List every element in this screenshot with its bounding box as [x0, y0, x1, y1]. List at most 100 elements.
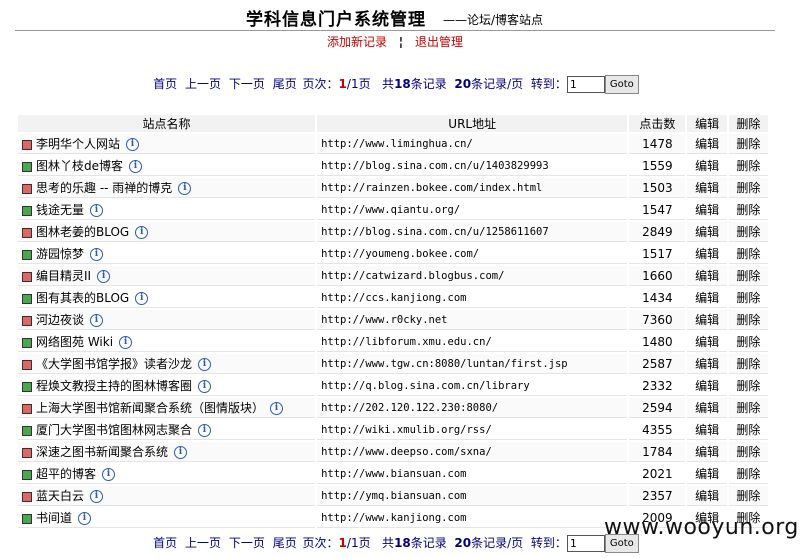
edit-link[interactable]: 编辑	[687, 156, 727, 176]
site-name-cell: 超平的博客 i	[18, 464, 316, 484]
delete-link[interactable]: 删除	[728, 310, 768, 330]
edit-link[interactable]: 编辑	[687, 398, 727, 418]
info-icon[interactable]: i	[129, 160, 143, 173]
delete-link[interactable]: 删除	[728, 332, 768, 352]
info-icon[interactable]: i	[198, 380, 212, 393]
info-icon[interactable]: i	[174, 446, 188, 459]
site-url-cell: http://www.r0cky.net	[317, 310, 628, 330]
delete-link[interactable]: 删除	[728, 178, 768, 198]
edit-link[interactable]: 编辑	[687, 244, 727, 264]
table-row: 游园惊梦 i http://youmeng.bokee.com/1517 编辑 删除	[18, 244, 768, 264]
site-url-cell: http://youmeng.bokee.com/	[317, 244, 628, 264]
edit-link[interactable]: 编辑	[687, 178, 727, 198]
pager-prev-link[interactable]: 上一页	[185, 536, 221, 550]
delete-link[interactable]: 删除	[728, 486, 768, 506]
site-name-cell: 编目精灵II i	[18, 266, 316, 286]
edit-link[interactable]: 编辑	[687, 134, 727, 154]
info-icon[interactable]: i	[270, 402, 284, 415]
status-square-icon	[22, 447, 32, 458]
site-name-link[interactable]: 思考的乐趣 -- 雨禅的博克	[36, 181, 172, 195]
header-divider	[15, 30, 775, 31]
edit-link[interactable]: 编辑	[687, 354, 727, 374]
info-icon[interactable]: i	[198, 424, 212, 437]
site-name-link[interactable]: 编目精灵II	[36, 269, 91, 283]
site-name-link[interactable]: 书间道	[36, 511, 72, 525]
pager-next-link[interactable]: 下一页	[229, 77, 265, 91]
pager-last-link[interactable]: 尾页	[273, 77, 297, 91]
info-icon[interactable]: i	[78, 512, 92, 525]
site-name-link[interactable]: 厦门大学图书馆图林网志聚合	[36, 423, 192, 437]
site-name-link[interactable]: 网络图苑 Wiki	[36, 335, 113, 349]
edit-link[interactable]: 编辑	[687, 266, 727, 286]
edit-link[interactable]: 编辑	[687, 376, 727, 396]
delete-link[interactable]: 删除	[728, 288, 768, 308]
table-row: 河边夜谈 i http://www.r0cky.net 7360 编辑 删除	[18, 310, 768, 330]
edit-link[interactable]: 编辑	[687, 420, 727, 440]
edit-link[interactable]: 编辑	[687, 200, 727, 220]
delete-link[interactable]: 删除	[728, 376, 768, 396]
info-icon[interactable]: i	[102, 468, 116, 481]
site-name-link[interactable]: 程焕文教授主持的图林博客圈	[36, 379, 192, 393]
site-name-cell: 钱途无量 i	[18, 200, 316, 220]
site-name-link[interactable]: 上海大学图书馆新闻聚合系统（图情版块）	[36, 401, 264, 415]
info-icon[interactable]: i	[126, 138, 140, 151]
pager-goto-input[interactable]	[566, 535, 605, 552]
info-icon[interactable]: i	[119, 336, 133, 349]
info-icon[interactable]: i	[90, 314, 104, 327]
delete-link[interactable]: 删除	[728, 442, 768, 462]
site-name-link[interactable]: 李明华个人网站	[36, 137, 120, 151]
delete-link[interactable]: 删除	[728, 354, 768, 374]
delete-link[interactable]: 删除	[728, 134, 768, 154]
delete-link[interactable]: 删除	[728, 398, 768, 418]
site-name-cell: 《大学图书馆学报》读者沙龙 i	[18, 354, 316, 374]
pager-next-link[interactable]: 下一页	[229, 536, 265, 550]
info-icon[interactable]: i	[90, 204, 104, 217]
info-icon[interactable]: i	[97, 270, 111, 283]
edit-link[interactable]: 编辑	[687, 486, 727, 506]
site-name-link[interactable]: 图林老姜的BLOG	[36, 225, 129, 239]
delete-link[interactable]: 删除	[728, 200, 768, 220]
edit-link[interactable]: 编辑	[687, 288, 727, 308]
pager-per-page-suffix: 条记录/页	[471, 77, 524, 91]
status-square-icon	[22, 425, 32, 436]
delete-link[interactable]: 删除	[728, 420, 768, 440]
edit-link[interactable]: 编辑	[687, 222, 727, 242]
pager-goto-input[interactable]	[566, 76, 605, 93]
delete-link[interactable]: 删除	[728, 464, 768, 484]
click-count-cell: 1480	[629, 332, 686, 352]
add-record-link[interactable]: 添加新记录	[327, 35, 387, 49]
site-name-link[interactable]: 游园惊梦	[36, 247, 84, 261]
site-name-cell: 上海大学图书馆新闻聚合系统（图情版块） i	[18, 398, 316, 418]
info-icon[interactable]: i	[135, 226, 149, 239]
info-icon[interactable]: i	[198, 358, 212, 371]
site-name-link[interactable]: 深速之图书新闻聚合系统	[36, 445, 168, 459]
site-name-link[interactable]: 河边夜谈	[36, 313, 84, 327]
logout-link[interactable]: 退出管理	[415, 35, 463, 49]
pager-first-link[interactable]: 首页	[153, 536, 177, 550]
edit-link[interactable]: 编辑	[687, 464, 727, 484]
pager-goto-button[interactable]: Goto	[604, 75, 639, 94]
site-url-cell: http://libforum.xmu.edu.cn/	[317, 332, 628, 352]
delete-link[interactable]: 删除	[728, 156, 768, 176]
site-name-link[interactable]: 图林丫枝de博客	[36, 159, 123, 173]
pager-first-link[interactable]: 首页	[153, 77, 177, 91]
site-name-link[interactable]: 《大学图书馆学报》读者沙龙	[36, 357, 192, 371]
delete-link[interactable]: 删除	[728, 222, 768, 242]
delete-link[interactable]: 删除	[728, 244, 768, 264]
site-name-link[interactable]: 图有其表的BLOG	[36, 291, 129, 305]
edit-link[interactable]: 编辑	[687, 442, 727, 462]
edit-link[interactable]: 编辑	[687, 332, 727, 352]
pager-prev-link[interactable]: 上一页	[185, 77, 221, 91]
table-row: 编目精灵II i http://catwizard.blogbus.com/1660…	[18, 266, 768, 286]
site-url-cell: http://rainzen.bokee.com/index.html	[317, 178, 628, 198]
delete-link[interactable]: 删除	[728, 266, 768, 286]
info-icon[interactable]: i	[90, 248, 104, 261]
edit-link[interactable]: 编辑	[687, 310, 727, 330]
site-name-link[interactable]: 钱途无量	[36, 203, 84, 217]
info-icon[interactable]: i	[178, 182, 192, 195]
info-icon[interactable]: i	[90, 490, 104, 503]
site-name-link[interactable]: 蓝天白云	[36, 489, 84, 503]
info-icon[interactable]: i	[135, 292, 149, 305]
site-name-link[interactable]: 超平的博客	[36, 467, 96, 481]
pager-last-link[interactable]: 尾页	[273, 536, 297, 550]
